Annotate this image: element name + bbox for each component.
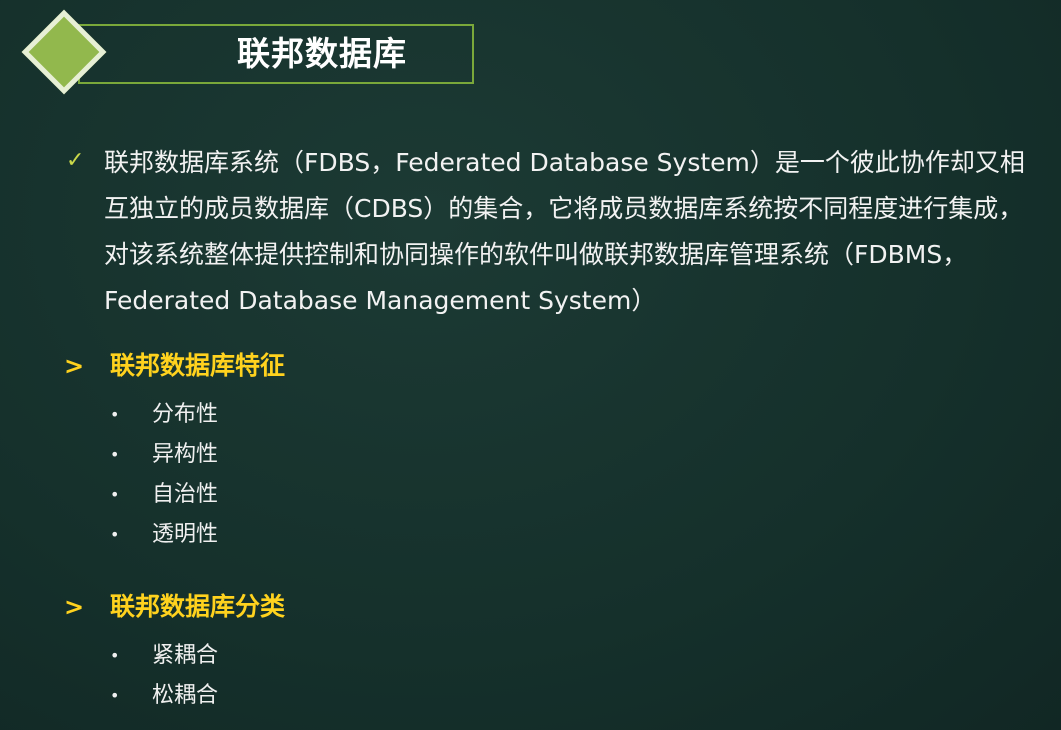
list-item: • 松耦合 [110, 676, 218, 716]
list-item: • 透明性 [110, 515, 218, 555]
list-item: • 自治性 [110, 475, 218, 515]
list-item: • 分布性 [110, 395, 218, 435]
bullet-icon: • [110, 445, 120, 464]
arrow-right-icon: > [64, 352, 85, 380]
list-item: • 紧耦合 [110, 636, 218, 676]
section-heading: 联邦数据库特征 [110, 351, 286, 380]
category-list: • 紧耦合 • 松耦合 [110, 636, 218, 716]
intro-paragraph: 联邦数据库系统（FDBS，Federated Database System）是… [104, 148, 1025, 315]
slide: 联邦数据库 ✓ 联邦数据库系统（FDBS，Federated Database … [0, 0, 1061, 730]
bullet-icon: • [110, 525, 120, 544]
arrow-right-icon: > [64, 593, 85, 621]
section-heading: 联邦数据库分类 [110, 592, 286, 621]
bullet-icon: • [110, 485, 120, 504]
feature-list: • 分布性 • 异构性 • 自治性 • 透明性 [110, 395, 218, 555]
bullet-icon: • [110, 405, 120, 424]
bullet-icon: • [110, 646, 120, 665]
page-title: 联邦数据库 [237, 34, 407, 73]
list-item: • 异构性 [110, 435, 218, 475]
check-icon: ✓ [66, 148, 85, 173]
bullet-icon: • [110, 686, 120, 705]
